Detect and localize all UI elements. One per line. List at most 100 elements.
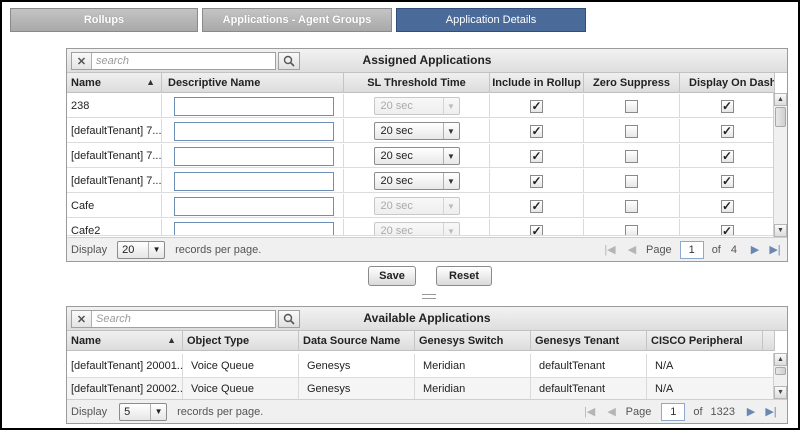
table-row[interactable]: [defaultTenant] 7... 20 sec ▼ ✓ ✓: [67, 119, 775, 143]
first-page-icon[interactable]: |◀: [602, 243, 618, 256]
cell-display: ✓: [680, 194, 775, 218]
include-rollup-checkbox[interactable]: ✓: [530, 149, 543, 163]
cell-sl: 20 sec ▼: [344, 94, 490, 118]
include-rollup-checkbox[interactable]: ✓: [530, 99, 543, 113]
zero-suppress-checkbox[interactable]: [625, 224, 638, 235]
tab-rollups[interactable]: Rollups: [10, 8, 198, 32]
display-dashboard-checkbox[interactable]: ✓: [720, 99, 734, 113]
display-dashboard-checkbox[interactable]: ✓: [720, 174, 734, 188]
clear-icon[interactable]: ✕: [72, 53, 92, 69]
display-dashboard-checkbox[interactable]: ✓: [720, 149, 734, 163]
save-button[interactable]: Save: [368, 266, 416, 286]
chevron-down-icon: ▼: [442, 123, 459, 139]
include-rollup-checkbox[interactable]: ✓: [530, 174, 543, 188]
display-label: Display: [71, 405, 108, 418]
sl-threshold-select[interactable]: 20 sec ▼: [373, 97, 460, 115]
col-header-genesys-switch[interactable]: Genesys Switch: [415, 331, 531, 351]
cell-sl: 20 sec ▼: [344, 169, 490, 193]
cell-display: ✓: [680, 219, 775, 236]
search-button[interactable]: [278, 310, 300, 328]
search-button[interactable]: [278, 52, 300, 70]
zero-suppress-checkbox[interactable]: [625, 174, 638, 188]
cell-genesys-switch: Meridian: [415, 354, 531, 378]
sort-up-icon: ▲: [146, 77, 155, 87]
sl-threshold-select[interactable]: 20 sec ▼: [373, 172, 460, 190]
cell-name: 238: [67, 94, 162, 118]
zero-suppress-checkbox[interactable]: [625, 99, 638, 113]
include-rollup-checkbox[interactable]: ✓: [530, 124, 543, 138]
scroll-down-icon[interactable]: ▼: [774, 386, 787, 399]
zero-suppress-checkbox[interactable]: [625, 199, 638, 213]
sl-threshold-select[interactable]: 20 sec ▼: [373, 122, 460, 140]
descriptive-name-input[interactable]: [174, 196, 334, 216]
descriptive-name-input[interactable]: [174, 96, 334, 116]
descriptive-name-input[interactable]: [174, 171, 334, 191]
descriptive-name-input[interactable]: [174, 221, 334, 235]
col-header-genesys-tenant[interactable]: Genesys Tenant: [531, 331, 647, 351]
clear-icon[interactable]: ✕: [72, 311, 92, 327]
col-header-display-dashboard[interactable]: Display On Dashb: [680, 73, 775, 93]
assigned-search-input[interactable]: [92, 53, 275, 69]
page-number-input[interactable]: 1: [679, 240, 704, 259]
last-page-icon[interactable]: ▶|: [763, 405, 779, 418]
table-row[interactable]: 238 20 sec ▼ ✓ ✓: [67, 94, 775, 118]
include-rollup-checkbox[interactable]: ✓: [530, 199, 543, 213]
cell-name: Cafe: [67, 194, 162, 218]
table-row[interactable]: [defaultTenant] 20001... Voice Queue Gen…: [67, 354, 775, 378]
col-header-zero-suppress[interactable]: Zero Suppress: [584, 73, 680, 93]
check-icon: ✓: [721, 199, 733, 213]
reset-button[interactable]: Reset: [436, 266, 492, 286]
next-page-icon[interactable]: ▶: [747, 243, 763, 256]
check-icon: ✓: [721, 99, 733, 113]
scroll-thumb[interactable]: [775, 367, 786, 375]
zero-suppress-checkbox[interactable]: [625, 149, 638, 163]
display-dashboard-checkbox[interactable]: ✓: [720, 124, 734, 138]
col-header-data-source[interactable]: Data Source Name: [299, 331, 415, 351]
sl-threshold-select[interactable]: 20 sec ▼: [373, 147, 460, 165]
first-page-icon[interactable]: |◀: [582, 405, 598, 418]
available-applications-panel: ✕ Available Applications Name ▲ Object T…: [66, 306, 788, 424]
scroll-thumb[interactable]: [775, 107, 786, 127]
col-header-name[interactable]: Name ▲: [67, 73, 162, 93]
table-row[interactable]: [defaultTenant] 7... 20 sec ▼ ✓ ✓: [67, 144, 775, 168]
table-row[interactable]: Cafe 20 sec ▼ ✓ ✓: [67, 194, 775, 218]
table-row[interactable]: [defaultTenant] 7... 20 sec ▼ ✓ ✓: [67, 169, 775, 193]
records-per-page-select[interactable]: 20 ▼: [117, 240, 166, 259]
col-header-cisco-peripheral[interactable]: CISCO Peripheral: [647, 331, 763, 351]
sl-threshold-select[interactable]: 20 sec ▼: [373, 222, 460, 235]
include-rollup-checkbox[interactable]: ✓: [530, 224, 543, 235]
table-row[interactable]: [defaultTenant] 20002... Voice Queue Gen…: [67, 378, 775, 400]
next-page-icon[interactable]: ▶: [743, 405, 759, 418]
col-header-include-rollup[interactable]: Include in Rollup: [490, 73, 584, 93]
records-per-page-label: records per page.: [175, 243, 262, 256]
descriptive-name-input[interactable]: [174, 121, 334, 141]
col-header-name[interactable]: Name ▲: [67, 331, 183, 351]
records-per-page-select[interactable]: 5 ▼: [119, 402, 168, 421]
scroll-down-icon[interactable]: ▼: [774, 224, 787, 237]
prev-page-icon[interactable]: ◀: [604, 405, 620, 418]
tab-applications-agent-groups[interactable]: Applications - Agent Groups: [202, 8, 392, 32]
display-dashboard-checkbox[interactable]: ✓: [720, 199, 734, 213]
cell-name: [defaultTenant] 20002...: [67, 378, 183, 400]
panel-splitter-handle[interactable]: [422, 294, 436, 299]
scroll-up-icon[interactable]: ▲: [774, 353, 787, 366]
table-row[interactable]: Cafe2 20 sec ▼ ✓ ✓: [67, 219, 775, 236]
sl-threshold-select[interactable]: 20 sec ▼: [373, 197, 460, 215]
assigned-vertical-scrollbar[interactable]: ▲ ▼: [773, 93, 787, 237]
display-dashboard-checkbox[interactable]: ✓: [720, 224, 734, 236]
descriptive-name-input[interactable]: [174, 146, 334, 166]
cell-sl: 20 sec ▼: [344, 219, 490, 235]
page-number-input[interactable]: 1: [661, 402, 686, 421]
col-header-sl-threshold[interactable]: SL Threshold Time: [344, 73, 490, 93]
tab-application-details[interactable]: Application Details: [396, 8, 586, 32]
cell-display: ✓: [680, 144, 775, 168]
last-page-icon[interactable]: ▶|: [767, 243, 783, 256]
prev-page-icon[interactable]: ◀: [624, 243, 640, 256]
available-vertical-scrollbar[interactable]: ▲ ▼: [773, 353, 787, 399]
scroll-up-icon[interactable]: ▲: [774, 93, 787, 106]
col-header-object-type[interactable]: Object Type: [183, 331, 299, 351]
col-header-descriptive-name[interactable]: Descriptive Name: [162, 73, 344, 93]
check-icon: ✓: [721, 224, 733, 236]
available-search-input[interactable]: [92, 311, 275, 327]
zero-suppress-checkbox[interactable]: [625, 124, 638, 138]
